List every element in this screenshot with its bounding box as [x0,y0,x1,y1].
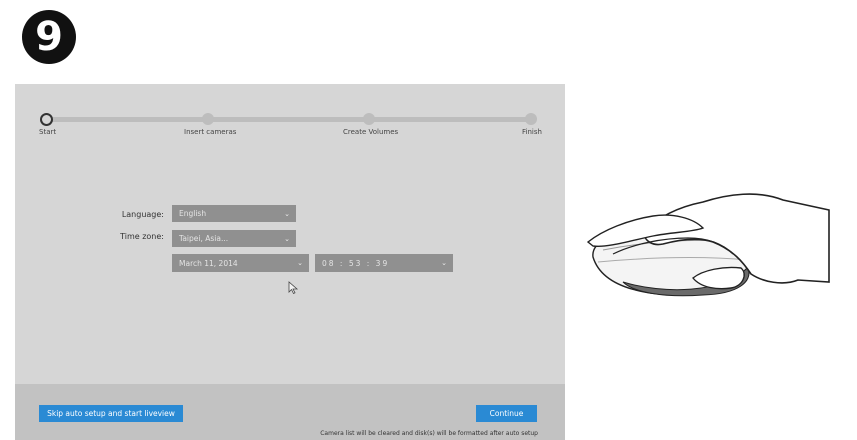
hand-on-mouse-illustration [586,193,830,297]
chevron-down-icon: ⌄ [284,234,290,243]
progress-node-insert-cameras [202,113,214,125]
progress-track [42,117,531,122]
step-label-create-volumes: Create Volumes [343,128,399,136]
chevron-down-icon: ⌄ [297,259,303,267]
wizard-footer: Skip auto setup and start liveview Conti… [15,384,565,440]
language-select[interactable]: English ⌄ [172,205,296,222]
step-number: 9 [35,14,63,60]
chevron-down-icon: ⌄ [284,209,290,218]
progress-node-start [40,113,53,126]
timezone-value: Taipei, Asia... [179,234,229,243]
continue-label: Continue [489,409,524,418]
step-number-badge: 9 [22,10,76,64]
format-warning-notice: Camera list will be cleared and disk(s) … [320,430,538,437]
progress-node-finish [525,113,537,125]
timezone-select[interactable]: Taipei, Asia... ⌄ [172,230,296,247]
step-label-start: Start [39,128,57,136]
step-label-insert-cameras: Insert cameras [184,128,237,136]
date-value: March 11, 2014 [179,258,238,268]
time-value: 08 : 53 : 39 [322,258,390,268]
skip-auto-setup-label: Skip auto setup and start liveview [47,409,175,418]
progress-node-create-volumes [363,113,375,125]
date-select[interactable]: March 11, 2014 ⌄ [172,254,309,272]
continue-button[interactable]: Continue [476,405,537,422]
time-select[interactable]: 08 : 53 : 39 ⌄ [315,254,453,272]
skip-auto-setup-button[interactable]: Skip auto setup and start liveview [39,405,183,422]
timezone-label: Time zone: [120,232,164,241]
language-value: English [179,209,207,218]
setup-wizard-panel: Start Insert cameras Create Volumes Fini… [15,84,565,440]
language-label: Language: [121,210,164,219]
step-label-finish: Finish [522,128,542,136]
mouse-pointer-icon [288,281,299,295]
chevron-down-icon: ⌄ [441,259,447,267]
